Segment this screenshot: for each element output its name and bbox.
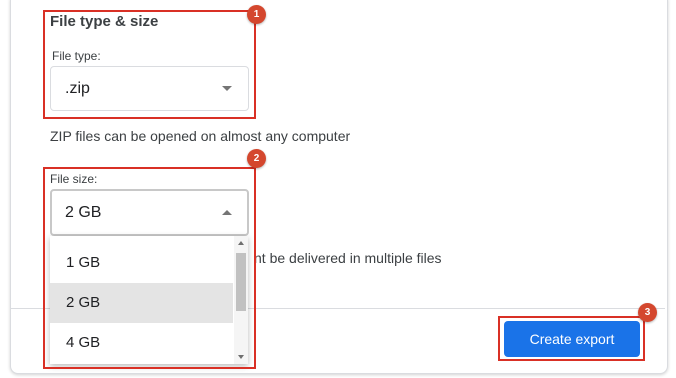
file-size-helper-text: nt be delivered in multiple files bbox=[254, 250, 442, 266]
annotation-box-2 bbox=[43, 167, 256, 369]
annotation-box-1 bbox=[43, 10, 256, 119]
annotation-badge-2: 2 bbox=[247, 149, 266, 168]
file-type-helper-text: ZIP files can be opened on almost any co… bbox=[50, 128, 351, 144]
annotation-badge-1: 1 bbox=[247, 5, 266, 24]
annotation-badge-3: 3 bbox=[638, 303, 657, 322]
annotation-box-3 bbox=[498, 316, 645, 361]
